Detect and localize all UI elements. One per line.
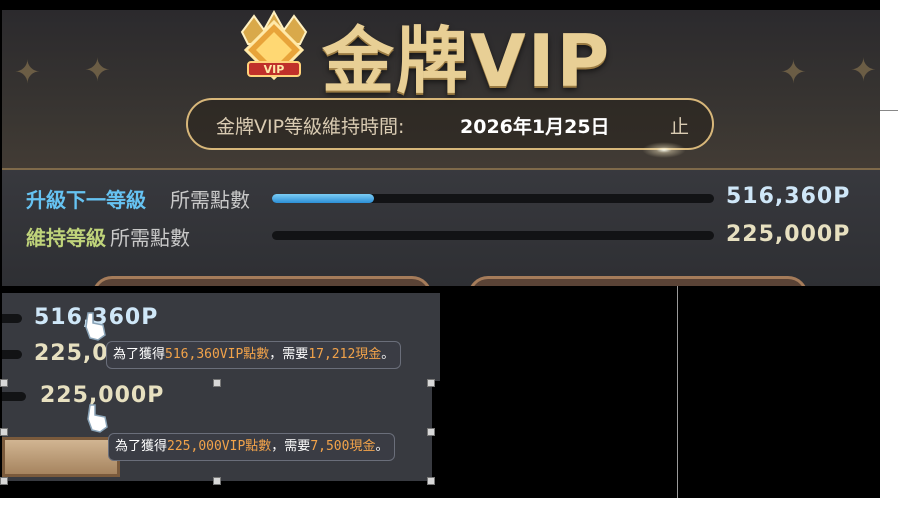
zoom-panel-upgrade: 516,360P 225,0 為了獲得516,360VIP點數，需要17,212… bbox=[2, 293, 440, 381]
bar-stub bbox=[2, 350, 22, 359]
maintain-suffix: 止 bbox=[670, 116, 690, 138]
resize-handle[interactable] bbox=[427, 379, 435, 387]
star-icon: ✦ bbox=[850, 51, 877, 89]
maintain-progress-bar bbox=[272, 231, 714, 240]
ticket-decoration bbox=[2, 437, 120, 477]
maintain-period-box: 金牌VIP等級維持時間: 2026年1月25日 止 bbox=[186, 98, 714, 150]
bottom-margin bbox=[0, 498, 898, 505]
upgrade-sublabel: 所需點數 bbox=[170, 188, 250, 212]
bar-stub bbox=[2, 314, 22, 323]
upgrade-progress-bar bbox=[272, 194, 714, 203]
left-action-button[interactable] bbox=[92, 276, 432, 286]
resize-handle[interactable] bbox=[0, 428, 8, 436]
guide-line bbox=[677, 286, 678, 498]
resize-handle[interactable] bbox=[213, 477, 221, 485]
sparkle-decoration bbox=[642, 142, 686, 158]
tooltip-upgrade: 為了獲得516,360VIP點數，需要17,212現金。 bbox=[106, 341, 402, 369]
right-margin bbox=[880, 0, 898, 505]
maintain-points-sublabel: 所需點數 bbox=[110, 226, 190, 250]
zoom-maintain-points-partial: 225,0 bbox=[34, 341, 109, 366]
resize-handle[interactable] bbox=[213, 379, 221, 387]
guide-line-right bbox=[880, 110, 898, 111]
vip-crown-icon: VIP bbox=[240, 10, 308, 81]
svg-text:VIP: VIP bbox=[264, 63, 285, 76]
divider bbox=[2, 168, 880, 170]
pointer-hand-icon bbox=[85, 312, 106, 341]
vip-title: 金牌VIP bbox=[322, 19, 612, 103]
tooltip-maintain: 為了獲得225,000VIP點數，需要7,500現金。 bbox=[108, 433, 396, 461]
pointer-hand-icon bbox=[87, 404, 108, 433]
resize-handle[interactable] bbox=[0, 477, 8, 485]
maintain-points-label: 維持等級 bbox=[26, 226, 106, 250]
upgrade-points: 516,360P bbox=[726, 184, 851, 209]
vip-panel: ✦ ✦ ✦ ✦ VIP 金牌VIP 金牌VIP等級維持時間: 2026年1月25… bbox=[2, 10, 880, 286]
right-action-button[interactable] bbox=[468, 276, 808, 286]
resize-handle[interactable] bbox=[0, 379, 8, 387]
bar-stub bbox=[2, 392, 26, 401]
star-icon: ✦ bbox=[780, 53, 807, 91]
zoom-panel-maintain: 225,000P 為了獲得225,000VIP點數，需要7,500現金。 bbox=[2, 381, 432, 481]
star-icon: ✦ bbox=[14, 53, 41, 91]
star-icon: ✦ bbox=[84, 51, 111, 89]
upgrade-progress-fill bbox=[272, 194, 374, 203]
resize-handle[interactable] bbox=[427, 477, 435, 485]
upgrade-label: 升級下一等級 bbox=[26, 188, 146, 212]
resize-handle[interactable] bbox=[427, 428, 435, 436]
maintain-date: 2026年1月25日 bbox=[460, 116, 610, 138]
maintain-points: 225,000P bbox=[726, 222, 851, 247]
maintain-label: 金牌VIP等級維持時間: bbox=[216, 116, 405, 138]
